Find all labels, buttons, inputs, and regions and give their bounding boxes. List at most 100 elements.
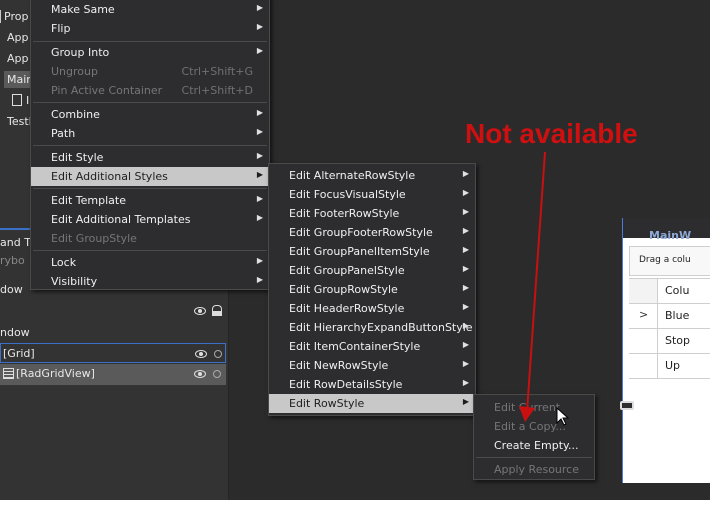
submenu-item-newrowstyle[interactable]: Edit NewRowStyle ▶ [269,356,475,375]
storyboard-label: rybo [0,254,25,267]
grid-icon [3,368,14,379]
table-row[interactable]: Stop [629,329,710,354]
group-panel-text: Drag a colu [639,255,691,265]
annotation-text: Not available [465,118,638,149]
panel-tab-properties[interactable]: Prop [0,10,29,23]
menu-item-lock[interactable]: Lock ▶ [31,253,269,272]
submenu-item-groupfooterrowstyle[interactable]: Edit GroupFooterRowStyle ▶ [269,223,475,242]
page-margin-right [710,0,723,522]
menu-separator [33,102,267,103]
chevron-right-icon: ▶ [462,169,469,178]
annotation-arrow [519,151,546,422]
chevron-right-icon: ▶ [462,283,469,292]
project-item[interactable]: I [26,94,29,107]
project-item[interactable]: App [7,52,29,65]
chevron-right-icon: ▶ [256,256,263,265]
submenu-item-footerrowstyle[interactable]: Edit FooterRowStyle ▶ [269,204,475,223]
group-panel[interactable]: Drag a colu [629,246,710,276]
styles-submenu: Edit AlternateRowStyle ▶ Edit FocusVisual… [268,163,476,416]
menu-item-make-same[interactable]: Make Same ▶ [31,0,269,19]
tree-item-radgridview[interactable]: [RadGridView] [0,364,226,385]
menu-item-edit-style[interactable]: Edit Style ▶ [31,148,269,167]
chevron-right-icon: ▶ [462,378,469,387]
table-cell: Colu [665,284,690,297]
table-cell: Blue [665,309,690,322]
chevron-right-icon: ▶ [256,170,263,179]
row-indicator [629,329,658,353]
submenu-item-grouppanelstyle[interactable]: Edit GroupPanelStyle ▶ [269,261,475,280]
row-indicator: > [629,304,658,328]
menu-item-combine[interactable]: Combine ▶ [31,105,269,124]
submenu-item-grouprowstyle[interactable]: Edit GroupRowStyle ▶ [269,280,475,299]
submenu-item-grouppanelitemstyle[interactable]: Edit GroupPanelItemStyle ▶ [269,242,475,261]
chevron-right-icon: ▶ [256,151,263,160]
chevron-right-icon: ▶ [256,46,263,55]
menu-item-flip[interactable]: Flip ▶ [31,19,269,38]
chevron-right-icon: ▶ [256,275,263,284]
mouse-cursor-icon [556,407,570,426]
submenu-item-rowdetailsstyle[interactable]: Edit RowDetailsStyle ▶ [269,375,475,394]
lock-icon-body [212,311,222,316]
menu-item-path[interactable]: Path ▶ [31,124,269,143]
submenu-item-focusvisualstyle[interactable]: Edit FocusVisualStyle ▶ [269,185,475,204]
table-cell: Stop [665,334,691,347]
chevron-right-icon: ▶ [256,108,263,117]
window-node[interactable]: ndow [0,326,30,339]
table-row[interactable]: Colu [629,279,710,304]
submenu-item-rowstyle[interactable]: Edit RowStyle ▶ [269,394,475,413]
grid-rows: Colu > Blue Stop Up [629,278,710,379]
chevron-right-icon: ▶ [256,22,263,31]
menu-separator [476,457,592,458]
chevron-right-icon: ▶ [256,127,263,136]
panel-tab-objects[interactable]: and T [0,236,31,249]
menu-separator [33,145,267,146]
resize-handle[interactable] [620,401,634,410]
menu-item-visibility[interactable]: Visibility ▶ [31,272,269,291]
chevron-right-icon: ▶ [462,264,469,273]
menu-item-group-into[interactable]: Group Into ▶ [31,43,269,62]
eye-icon[interactable] [194,370,206,378]
chevron-right-icon: ▶ [256,3,263,12]
project-item[interactable]: App [7,31,29,44]
menu-item-edit-additional-templates[interactable]: Edit Additional Templates ▶ [31,210,269,229]
window-title: MainW [649,229,692,242]
scope-label: dow [0,283,23,296]
table-cell: Up [665,359,681,372]
menu-item-edit-additional-styles[interactable]: Edit Additional Styles ▶ [31,167,269,186]
designer-window[interactable]: MainW Drag a colu Colu > Blue Stop Up [620,218,710,483]
submenu-item-apply-resource: Apply Resource [494,463,579,476]
chevron-right-icon: ▶ [256,194,263,203]
screenshot-area: Prop App App Main I TestI and T rybo dow… [0,0,710,500]
chevron-right-icon: ▶ [462,245,469,254]
submenu-item-hierarchyexpandbuttonstyle[interactable]: Edit HierarchyExpandButtonStyle ▶ [269,318,475,337]
lock-toggle-icon[interactable] [213,370,221,378]
chevron-right-icon: ▶ [462,359,469,368]
chevron-right-icon: ▶ [462,226,469,235]
eye-icon[interactable] [194,307,206,315]
file-icon [12,94,22,106]
page-margin-bottom [0,500,723,522]
menu-item-pin-active-container: Pin Active Container Ctrl+Shift+D [51,84,253,97]
lock-toggle-icon[interactable] [214,350,222,358]
submenu-item-create-empty[interactable]: Create Empty... [474,436,594,455]
submenu-item-headerrowstyle[interactable]: Edit HeaderRowStyle ▶ [269,299,475,318]
menu-item-ungroup: Ungroup Ctrl+Shift+G [51,65,253,78]
table-row[interactable]: > Blue [629,304,710,329]
tree-item-label: [Grid] [3,347,35,360]
submenu-item-itemcontainerstyle[interactable]: Edit ItemContainerStyle ▶ [269,337,475,356]
tree-item-label: [RadGridView] [16,367,95,380]
chevron-right-icon: ▶ [462,188,469,197]
project-item[interactable]: TestI [7,115,32,128]
tree-item-grid[interactable]: [Grid] [0,343,226,363]
menu-item-edit-template[interactable]: Edit Template ▶ [31,191,269,210]
row-indicator [629,279,658,303]
table-row[interactable]: Up [629,354,710,379]
menu-separator [33,250,267,251]
chevron-right-icon: ▶ [462,302,469,311]
context-menu: Make Same ▶ Flip ▶ Group Into ▶ Ungroup Ctrl… [30,0,270,290]
chevron-right-icon: ▶ [462,397,469,406]
submenu-item-alternaterowstyle[interactable]: Edit AlternateRowStyle ▶ [269,166,475,185]
menu-separator [33,41,267,42]
menu-item-edit-groupstyle: Edit GroupStyle [51,232,137,245]
eye-icon[interactable] [195,350,207,358]
